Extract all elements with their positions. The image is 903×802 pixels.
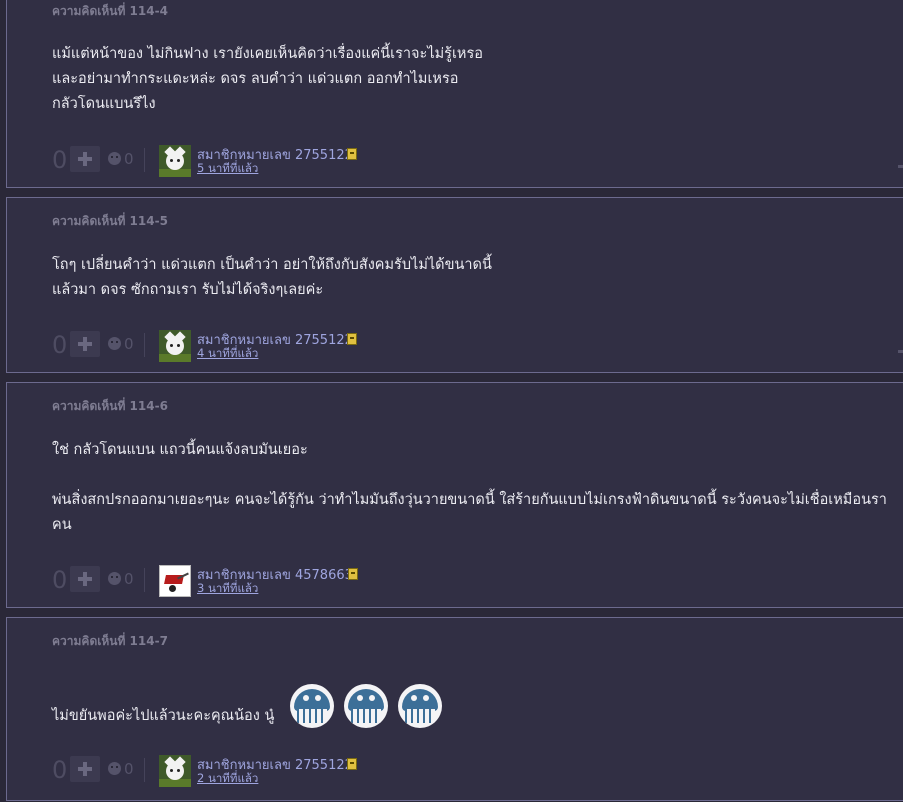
- comment-line: ไม่ขยันพอค่ะไปแล้วนะคะคุณน้อง นู๋: [52, 708, 275, 724]
- comment-line: แม้แต่หน้าของ ไม่กินฟาง เรายังเคยเห็นคิด…: [52, 46, 483, 62]
- plus-vote-button[interactable]: [70, 146, 100, 172]
- cat-avatar-icon[interactable]: [159, 330, 191, 362]
- emotion-count: 0: [124, 760, 134, 778]
- emotion-icon[interactable]: [108, 337, 121, 350]
- comment-footer: 0 0 สมาชิกหมายเลข 4578663 3 นาทีที่แล้ว: [52, 565, 412, 597]
- timestamp-link[interactable]: 3 นาทีที่แล้ว: [197, 580, 258, 598]
- vote-count: 0: [52, 756, 68, 784]
- vote-count: 0: [52, 331, 68, 359]
- comment-line: โถๆ เปลี่ยนคำว่า แด่วแตก เป็นคำว่า อย่าใ…: [52, 257, 492, 273]
- emotion-count: 0: [124, 150, 134, 168]
- timestamp-link[interactable]: 4 นาทีที่แล้ว: [197, 345, 258, 363]
- divider: [144, 568, 145, 592]
- comment-line: แล้วมา ดจร ซักถามเรา รับไม่ได้จริงๆเลยค่…: [52, 282, 324, 298]
- member-badge-icon: [348, 568, 358, 580]
- octopus-sticker-icon: [398, 684, 442, 728]
- comment-line: [52, 463, 887, 488]
- divider: [144, 148, 145, 172]
- comment-text: แม้แต่หน้าของ ไม่กินฟาง เรายังเคยเห็นคิด…: [52, 42, 483, 117]
- comment-footer: 0 0 สมาชิกหมายเลข 2755122 4 นาทีที่แล้ว: [52, 330, 412, 362]
- emotion-icon[interactable]: [108, 572, 121, 585]
- plus-vote-button[interactable]: [70, 756, 100, 782]
- divider: [144, 758, 145, 782]
- emotion-count: 0: [124, 570, 134, 588]
- member-badge-icon: [347, 333, 357, 345]
- more-icon[interactable]: [898, 350, 903, 353]
- comment-line: ใช่ กลัวโดนแบน แถวนี้คนแจ้งลบมันเยอะ: [52, 442, 308, 458]
- comment-footer: 0 0 สมาชิกหมายเลข 2755122 2 นาทีที่แล้ว: [52, 755, 412, 787]
- wheelbarrow-avatar-icon[interactable]: [159, 565, 191, 597]
- comment-line: และอย่ามาทำกระแดะหล่ะ ดจร ลบคำว่า แด่วแต…: [52, 71, 459, 87]
- emotion-icon[interactable]: [108, 762, 121, 775]
- vote-count: 0: [52, 566, 68, 594]
- member-badge-icon: [347, 758, 357, 770]
- comment-number: ความคิดเห็นที่ 114-4: [52, 4, 168, 18]
- octopus-sticker-icon: [290, 684, 334, 728]
- comment-card: ความคิดเห็นที่ 114-7 ไม่ขยันพอค่ะไปแล้วน…: [6, 617, 903, 801]
- comment-card: ความคิดเห็นที่ 114-6 ใช่ กลัวโดนแบน แถวน…: [6, 382, 903, 608]
- comment-text: โถๆ เปลี่ยนคำว่า แด่วแตก เป็นคำว่า อย่าใ…: [52, 253, 492, 303]
- comment-number: ความคิดเห็นที่ 114-6: [52, 399, 168, 413]
- comment-text: ไม่ขยันพอค่ะไปแล้วนะคะคุณน้อง นู๋: [52, 704, 274, 729]
- timestamp-link[interactable]: 5 นาทีที่แล้ว: [197, 160, 258, 178]
- vote-count: 0: [52, 146, 68, 174]
- octopus-sticker-icon: [344, 684, 388, 728]
- timestamp-link[interactable]: 2 นาทีที่แล้ว: [197, 770, 258, 788]
- comment-text: ใช่ กลัวโดนแบน แถวนี้คนแจ้งลบมันเยอะ พ่น…: [52, 438, 887, 538]
- comment-footer: 0 0 สมาชิกหมายเลข 2755122 5 นาทีที่แล้ว: [52, 145, 412, 177]
- comment-line: คน: [52, 517, 72, 533]
- comment-number: ความคิดเห็นที่ 114-5: [52, 214, 168, 228]
- emotion-count: 0: [124, 335, 134, 353]
- comment-card: ความคิดเห็นที่ 114-4 แม้แต่หน้าของ ไม่กิ…: [6, 0, 903, 188]
- more-icon[interactable]: [898, 165, 903, 168]
- comment-line: พ่นสิ่งสกปรกออกมาเยอะๆนะ คนจะได้รู้กัน ว…: [52, 492, 887, 508]
- comment-line: กลัวโดนแบนรึไง: [52, 96, 156, 112]
- cat-avatar-icon[interactable]: [159, 145, 191, 177]
- divider: [144, 333, 145, 357]
- comment-number: ความคิดเห็นที่ 114-7: [52, 634, 168, 648]
- comment-card: ความคิดเห็นที่ 114-5 โถๆ เปลี่ยนคำว่า แด…: [6, 197, 903, 373]
- cat-avatar-icon[interactable]: [159, 755, 191, 787]
- plus-vote-button[interactable]: [70, 331, 100, 357]
- member-badge-icon: [347, 148, 357, 160]
- emotion-icon[interactable]: [108, 152, 121, 165]
- plus-vote-button[interactable]: [70, 566, 100, 592]
